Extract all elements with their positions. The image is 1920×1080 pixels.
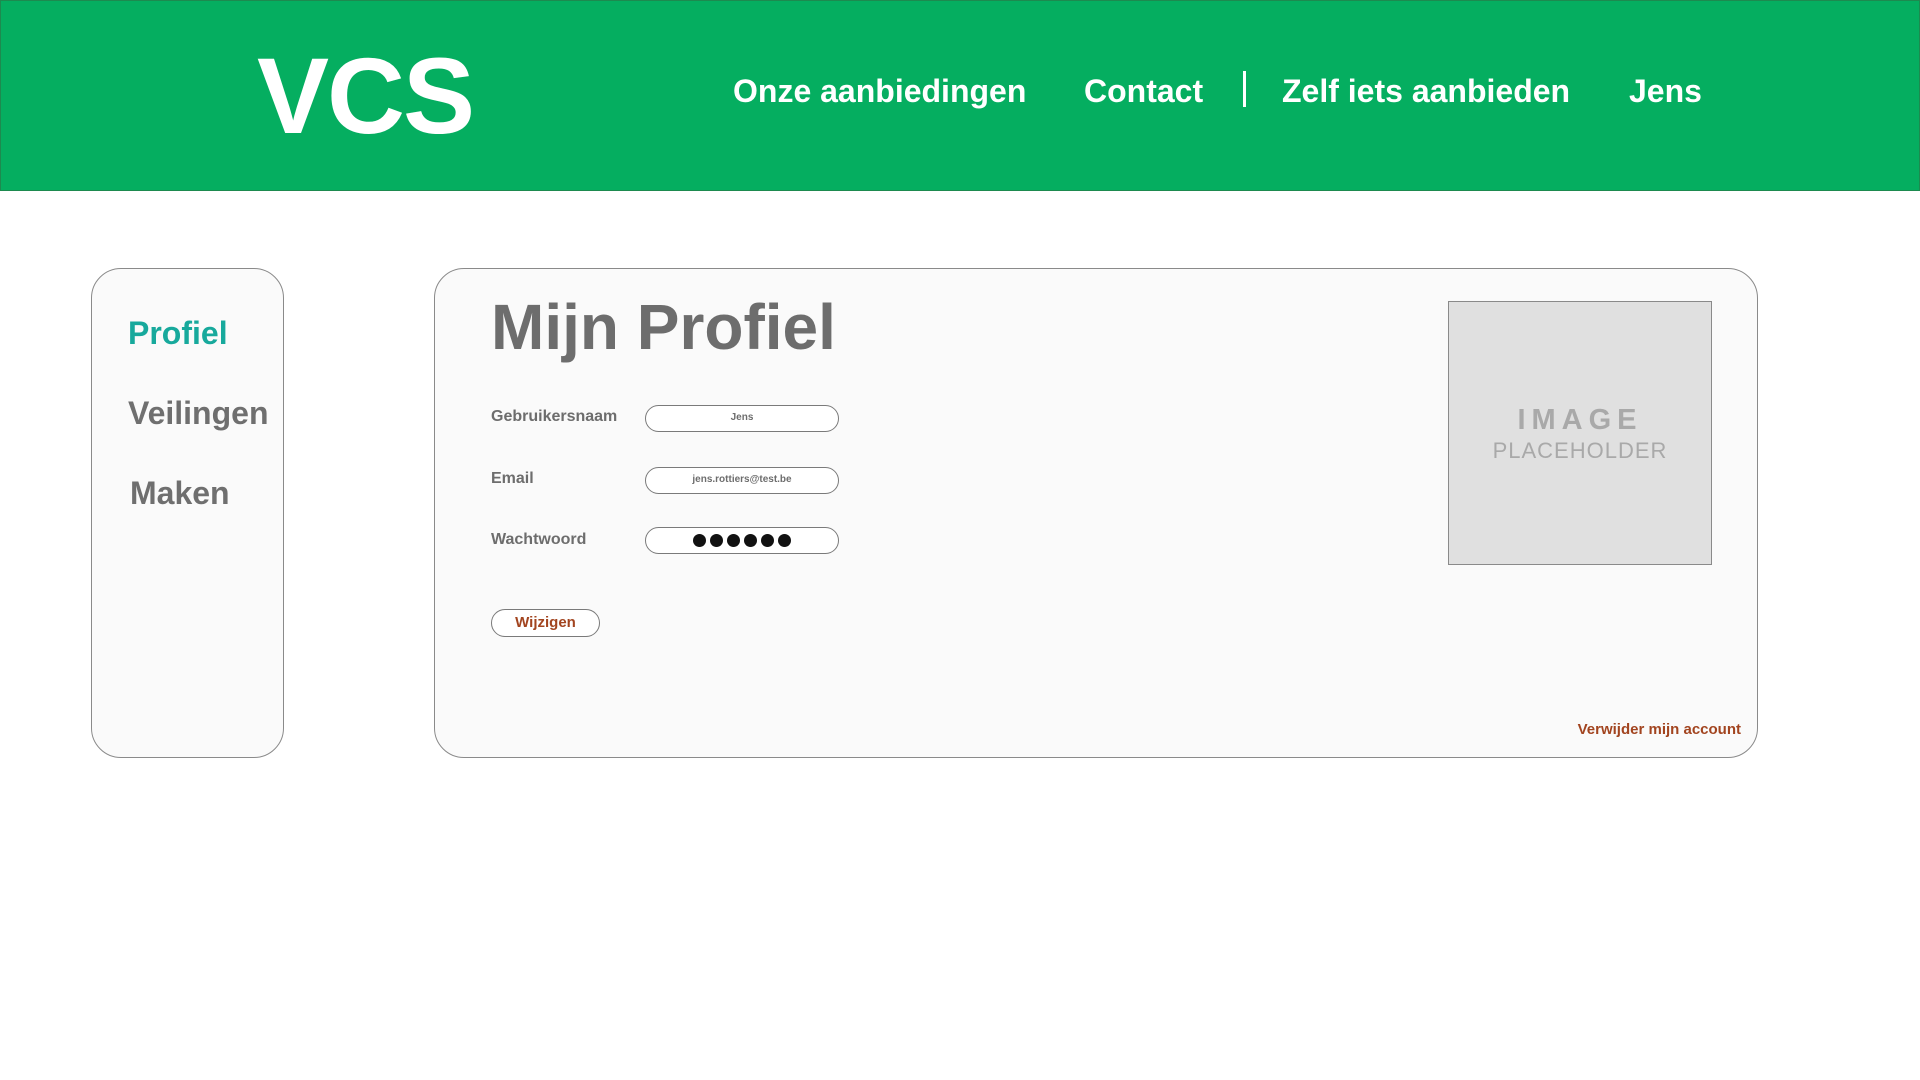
password-mask-dot: [744, 534, 757, 547]
page-title: Mijn Profiel: [491, 291, 836, 363]
sidebar-item-profiel[interactable]: Profiel: [128, 313, 228, 353]
password-mask-dot: [761, 534, 774, 547]
username-field[interactable]: Jens: [645, 405, 839, 432]
profile-card: Mijn Profiel Gebruikersnaam Jens Email j…: [434, 268, 1758, 758]
image-placeholder-subtext: PLACEHOLDER: [1492, 438, 1668, 463]
nav-onze-aanbiedingen[interactable]: Onze aanbiedingen: [733, 69, 1026, 113]
username-label: Gebruikersnaam: [491, 408, 618, 425]
password-mask-dot: [693, 534, 706, 547]
password-mask-dot: [778, 534, 791, 547]
nav-divider: [1243, 71, 1246, 107]
password-mask: [646, 528, 838, 553]
profile-image-placeholder[interactable]: IMAGE PLACEHOLDER: [1448, 301, 1712, 565]
edit-button[interactable]: Wijzigen: [491, 609, 600, 637]
logo[interactable]: VCS: [257, 31, 475, 161]
delete-account-link[interactable]: Verwijder mijn account: [1578, 721, 1741, 738]
sidebar-item-veilingen[interactable]: Veilingen: [128, 393, 268, 433]
email-field[interactable]: jens.rottiers@test.be: [645, 467, 839, 494]
top-header: VCS Onze aanbiedingen Contact Zelf iets …: [0, 0, 1920, 191]
password-mask-dot: [727, 534, 740, 547]
password-mask-dot: [710, 534, 723, 547]
password-label: Wachtwoord: [491, 531, 587, 548]
password-field[interactable]: [645, 527, 839, 554]
sidebar: Profiel Veilingen Maken: [91, 268, 284, 758]
nav-zelf-iets-aanbieden[interactable]: Zelf iets aanbieden: [1282, 69, 1570, 113]
email-label: Email: [491, 470, 534, 487]
nav-user-jens[interactable]: Jens: [1629, 69, 1702, 113]
sidebar-item-maken[interactable]: Maken: [130, 473, 230, 513]
nav-contact[interactable]: Contact: [1084, 69, 1203, 113]
image-placeholder-text: IMAGE: [1517, 404, 1643, 436]
